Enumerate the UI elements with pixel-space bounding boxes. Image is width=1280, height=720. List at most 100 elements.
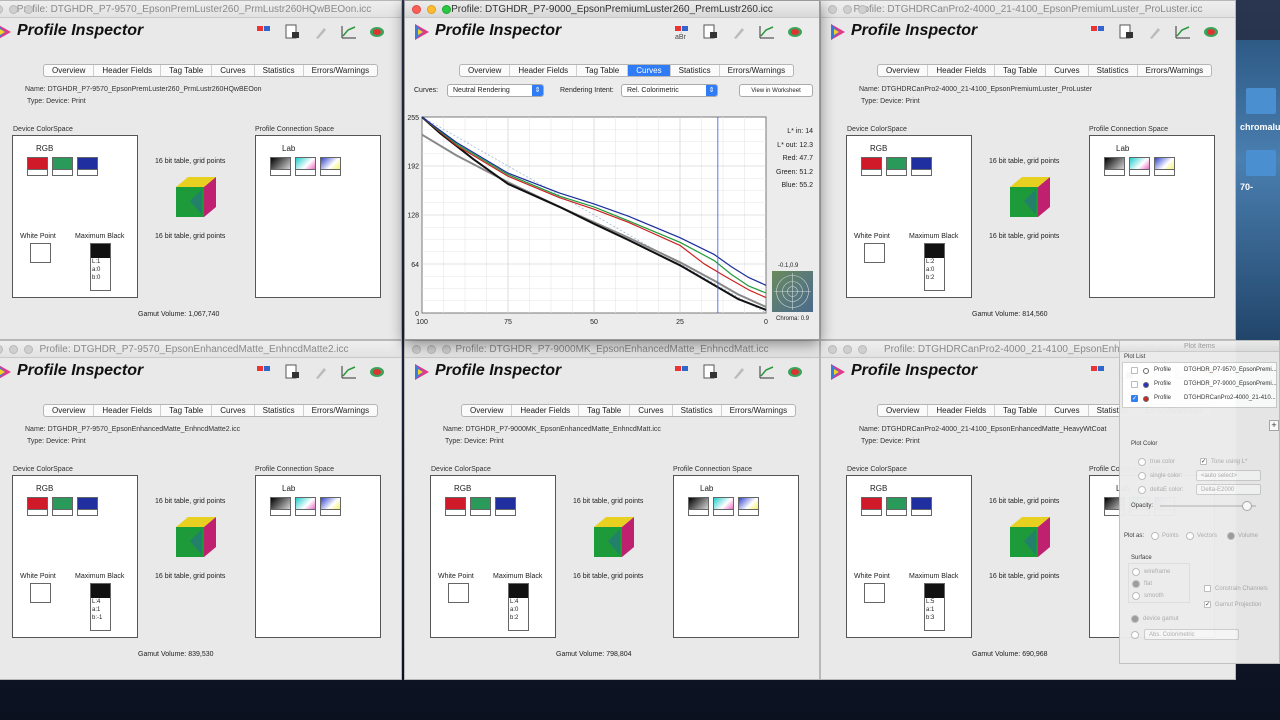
zoom-window-button[interactable] (24, 345, 33, 354)
tab-errors-warnings[interactable]: Errors/Warnings (304, 405, 377, 416)
color-patches-icon[interactable]: aḂr (673, 23, 693, 41)
deltae-color-radio[interactable] (1138, 486, 1146, 494)
eyedropper-icon[interactable] (729, 23, 749, 41)
tab-header-fields[interactable]: Header Fields (94, 405, 162, 416)
tab-tag-table[interactable]: Tag Table (995, 65, 1047, 76)
tab-curves[interactable]: Curves (212, 65, 255, 76)
eyedropper-icon[interactable] (311, 23, 331, 41)
zoom-window-button[interactable] (442, 5, 451, 14)
minimize-window-button[interactable] (9, 345, 18, 354)
chart-icon[interactable] (1173, 23, 1193, 41)
color-patches-icon[interactable] (255, 23, 275, 41)
tone-using-checkbox[interactable]: ✓ (1200, 458, 1207, 465)
device-gamut-radio[interactable] (1131, 615, 1139, 623)
tab-header-fields[interactable]: Header Fields (510, 65, 578, 76)
close-window-button[interactable] (412, 5, 421, 14)
gamut-plot-icon[interactable] (367, 363, 387, 381)
document-lock-icon[interactable] (701, 23, 721, 41)
tab-curves[interactable]: Curves (630, 405, 673, 416)
chart-icon[interactable] (339, 363, 359, 381)
zoom-window-button[interactable] (24, 5, 33, 14)
color-patches-icon[interactable] (673, 363, 693, 381)
constrain-channels-checkbox[interactable] (1204, 585, 1211, 592)
points-radio[interactable] (1151, 532, 1159, 540)
minimize-window-button[interactable] (9, 5, 18, 14)
tab-statistics[interactable]: Statistics (1089, 65, 1138, 76)
window-titlebar[interactable]: Profile: DTGHDR_P7-9000MK_EpsonEnhancedM… (405, 341, 819, 358)
minimize-window-button[interactable] (427, 345, 436, 354)
view-in-worksheet-button[interactable]: View in Worksheet (739, 84, 813, 97)
smooth-radio[interactable] (1132, 592, 1140, 600)
plot-item-checkbox[interactable] (1131, 367, 1138, 374)
tab-overview[interactable]: Overview (878, 65, 929, 76)
document-lock-icon[interactable] (701, 363, 721, 381)
color-patches-icon[interactable] (1089, 23, 1109, 41)
plot-list-item[interactable]: Profile DTGHDR_P7-9570_EpsonPremi... (1123, 365, 1277, 377)
single-color-radio[interactable] (1138, 472, 1146, 480)
tab-errors-warnings[interactable]: Errors/Warnings (1138, 65, 1211, 76)
chart-icon[interactable] (339, 23, 359, 41)
plot-item-checkbox[interactable]: ✓ (1131, 395, 1138, 402)
gamut-plot-icon[interactable] (785, 363, 805, 381)
document-lock-icon[interactable] (1117, 23, 1137, 41)
colorimetric-radio[interactable] (1131, 631, 1139, 639)
tab-tag-table[interactable]: Tag Table (161, 65, 213, 76)
eyedropper-icon[interactable] (1145, 23, 1165, 41)
tab-overview[interactable]: Overview (462, 405, 513, 416)
desktop-folder-icon-2[interactable] (1246, 150, 1276, 176)
tab-overview[interactable]: Overview (878, 405, 929, 416)
desktop-folder-icon[interactable] (1246, 88, 1276, 114)
chart-icon[interactable] (757, 363, 777, 381)
vectors-radio[interactable] (1186, 532, 1194, 540)
tab-overview[interactable]: Overview (460, 65, 511, 76)
color-patches-icon[interactable] (255, 363, 275, 381)
zoom-window-button[interactable] (442, 345, 451, 354)
document-lock-icon[interactable] (283, 363, 303, 381)
tab-statistics[interactable]: Statistics (255, 405, 304, 416)
opacity-slider-handle[interactable] (1242, 501, 1252, 511)
color-patches-icon[interactable] (1089, 363, 1109, 381)
tab-curves[interactable]: Curves (1046, 65, 1089, 76)
tab-tag-table[interactable]: Tag Table (577, 65, 629, 76)
eyedropper-icon[interactable] (311, 363, 331, 381)
minimize-window-button[interactable] (427, 5, 436, 14)
curves-select[interactable]: Neutral Rendering ⇕ (447, 84, 544, 97)
tab-curves[interactable]: Curves (628, 65, 671, 76)
flat-radio[interactable] (1132, 580, 1140, 588)
curves-chart[interactable]: 100 75 50 25 0 0 64 128 192 255 (405, 109, 820, 329)
tab-header-fields[interactable]: Header Fields (928, 65, 996, 76)
wireframe-radio[interactable] (1132, 568, 1140, 576)
tab-errors-warnings[interactable]: Errors/Warnings (722, 405, 795, 416)
true-color-radio[interactable] (1138, 458, 1146, 466)
close-window-button[interactable] (0, 5, 3, 14)
tab-curves[interactable]: Curves (1046, 405, 1089, 416)
chart-icon[interactable] (757, 23, 777, 41)
gamut-projection-checkbox[interactable]: ✓ (1204, 601, 1211, 608)
gamut-plot-icon[interactable] (1201, 23, 1221, 41)
rendering-intent-select[interactable]: Rel. Colorimetric ⇕ (621, 84, 718, 97)
eyedropper-icon[interactable] (729, 363, 749, 381)
tab-statistics[interactable]: Statistics (673, 405, 722, 416)
gamut-plot-icon[interactable] (785, 23, 805, 41)
document-lock-icon[interactable] (283, 23, 303, 41)
window-titlebar[interactable]: Profile: DTGHDR_P7-9570_EpsonPremLuster2… (0, 1, 401, 18)
window-titlebar[interactable]: Profile: DTGHDRCanPro2-4000_21-4100_Epso… (821, 1, 1235, 18)
close-window-button[interactable] (828, 5, 837, 14)
tab-statistics[interactable]: Statistics (671, 65, 720, 76)
close-window-button[interactable] (0, 345, 3, 354)
gamut-plot-icon[interactable] (367, 23, 387, 41)
tab-tag-table[interactable]: Tag Table (579, 405, 631, 416)
plot-list-item[interactable]: ✓ Profile DTGHDRCanPro2-4000_21-410... (1123, 393, 1276, 405)
tab-header-fields[interactable]: Header Fields (512, 405, 580, 416)
deltae-color-select[interactable]: Delta-E2000 (1196, 484, 1261, 495)
single-color-select[interactable]: <auto select> (1196, 470, 1261, 481)
plot-item-checkbox[interactable] (1131, 381, 1138, 388)
tab-overview[interactable]: Overview (44, 405, 95, 416)
plot-list-item[interactable]: Profile DTGHDR_P7-9000_EpsonPremi... (1123, 379, 1277, 391)
tab-header-fields[interactable]: Header Fields (928, 405, 996, 416)
close-window-button[interactable] (412, 345, 421, 354)
tab-curves[interactable]: Curves (212, 405, 255, 416)
colorimetric-select[interactable]: Abs. Colorimetric (1144, 629, 1239, 640)
window-titlebar[interactable]: Profile: DTGHDR_P7-9000_EpsonPremiumLust… (405, 1, 819, 18)
close-window-button[interactable] (828, 345, 837, 354)
